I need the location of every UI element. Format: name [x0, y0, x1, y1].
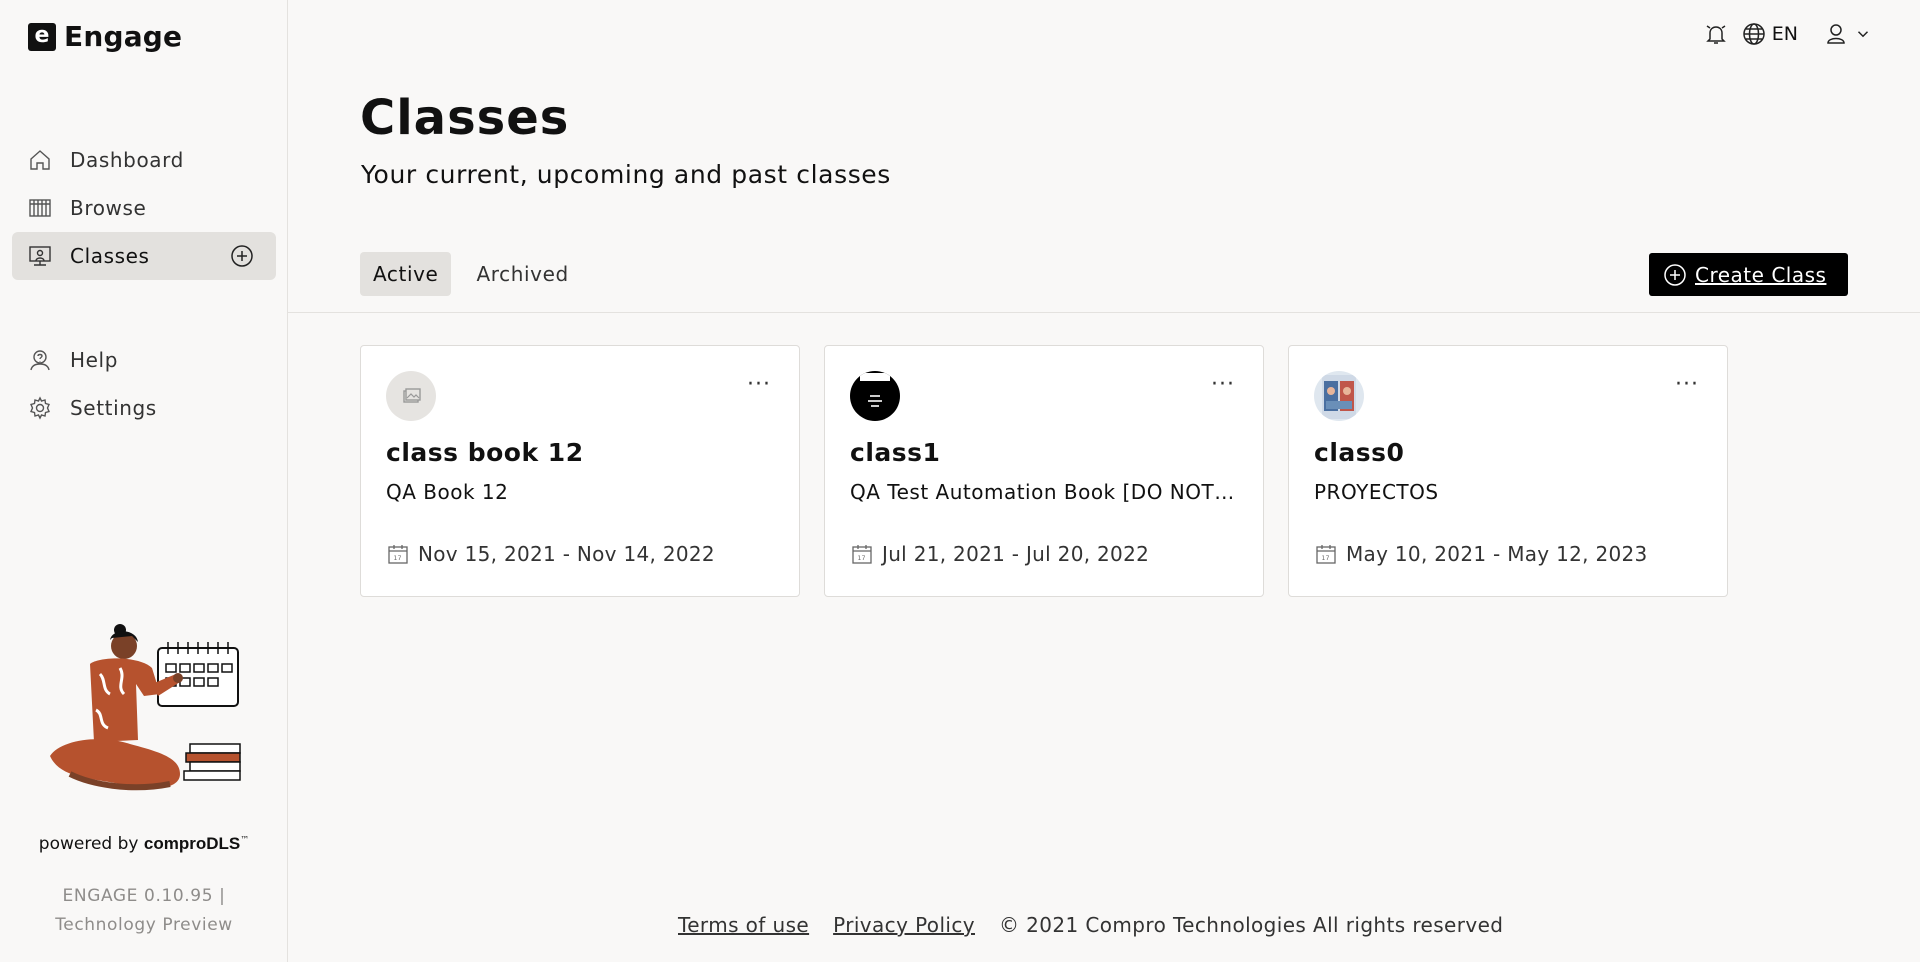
class-tabs: Active Archived: [360, 252, 582, 296]
class-date-range: Nov 15, 2021 - Nov 14, 2022: [418, 542, 715, 566]
image-placeholder-icon: [403, 388, 421, 403]
card-more-button[interactable]: ···: [1211, 372, 1235, 397]
class-avatar-image: [1314, 371, 1364, 421]
classroom-icon: [29, 246, 51, 266]
book-cover-image: [860, 373, 890, 407]
class-dates: 17 Jul 21, 2021 - Jul 20, 2022: [850, 542, 1149, 566]
svg-text:17: 17: [858, 555, 866, 562]
class-date-range: May 10, 2021 - May 12, 2023: [1346, 542, 1648, 566]
svg-text:17: 17: [1322, 555, 1330, 562]
class-card[interactable]: ··· class0 PROYECTOS 17 May 10, 2021 - M…: [1288, 345, 1728, 597]
sidebar-item-label: Settings: [70, 396, 157, 420]
powered-by-brand: comproDLS: [143, 834, 241, 853]
page-title: Classes: [360, 90, 570, 146]
version-line: ENGAGE 0.10.95 |: [62, 886, 226, 906]
sidebar-item-classes[interactable]: Classes: [12, 232, 276, 280]
class-avatar-placeholder: [386, 371, 436, 421]
powered-by: powered by comproDLS™: [0, 834, 288, 854]
class-dates: 17 Nov 15, 2021 - Nov 14, 2022: [386, 542, 715, 566]
tab-archived[interactable]: Archived: [463, 252, 581, 296]
topbar: EN: [1704, 22, 1872, 46]
class-book: PROYECTOS: [1314, 480, 1439, 504]
powered-by-text: powered by: [38, 834, 139, 854]
sidebar-item-settings[interactable]: Settings: [12, 384, 276, 432]
language-selector[interactable]: EN: [1742, 22, 1798, 46]
app-logo[interactable]: e Engage: [28, 20, 182, 53]
user-icon[interactable]: [1824, 22, 1848, 46]
calendar-icon: 17: [852, 545, 872, 564]
class-name[interactable]: class book 12: [386, 438, 584, 467]
trademark: ™: [240, 835, 250, 846]
sidebar: e Engage Dashboard Browse Classes Help S…: [0, 0, 288, 962]
sidebar-nav: Dashboard Browse Classes Help Settings: [12, 136, 276, 432]
globe-icon: [1743, 23, 1765, 45]
notification-bell-icon[interactable]: [1704, 22, 1728, 46]
logo-mark: e: [28, 22, 56, 51]
help-icon: [30, 350, 50, 371]
calendar-icon: 17: [388, 545, 408, 564]
sidebar-item-label: Dashboard: [70, 148, 184, 172]
create-class-button[interactable]: Create Class: [1649, 253, 1848, 296]
card-more-button[interactable]: ···: [1675, 372, 1699, 397]
sidebar-item-dashboard[interactable]: Dashboard: [12, 136, 276, 184]
sidebar-item-label: Browse: [70, 196, 147, 220]
privacy-link[interactable]: Privacy Policy: [833, 913, 975, 937]
gear-icon: [30, 396, 50, 420]
terms-link[interactable]: Terms of use: [678, 913, 809, 937]
book-cover-image: [1322, 375, 1356, 419]
language-code: EN: [1771, 23, 1798, 45]
home-icon: [30, 150, 50, 170]
version-info: ENGAGE 0.10.95 | Technology Preview: [0, 882, 288, 940]
app-name: Engage: [64, 20, 183, 53]
sidebar-item-browse[interactable]: Browse: [12, 184, 276, 232]
class-card[interactable]: ··· class book 12 QA Book 12 17 Nov 15, …: [360, 345, 800, 597]
footer: Terms of use Privacy Policy © 2021 Compr…: [678, 913, 1503, 937]
class-book: QA Test Automation Book [DO NOT DELETE]: [850, 480, 1240, 504]
teacher-illustration: [50, 624, 241, 791]
sidebar-item-label: Help: [70, 348, 118, 372]
tab-active[interactable]: Active: [360, 252, 452, 296]
class-card[interactable]: ··· class1 QA Test Automation Book [DO N…: [824, 345, 1264, 597]
books-icon: [29, 199, 51, 217]
svg-text:17: 17: [394, 555, 402, 562]
chevron-down-icon[interactable]: [1854, 25, 1872, 43]
calendar-icon: 17: [1316, 545, 1336, 564]
class-avatar-image: [850, 371, 900, 421]
class-name[interactable]: class1: [850, 438, 940, 467]
create-class-label: Create Class: [1695, 262, 1827, 287]
header-divider: [288, 312, 1920, 313]
page-subtitle: Your current, upcoming and past classes: [361, 160, 891, 189]
copyright: © 2021 Compro Technologies All rights re…: [999, 913, 1504, 937]
card-more-button[interactable]: ···: [747, 372, 771, 397]
add-circle-icon: [1664, 263, 1686, 286]
sidebar-item-label: Classes: [70, 244, 150, 268]
class-date-range: Jul 21, 2021 - Jul 20, 2022: [882, 542, 1150, 566]
version-line-preview: Technology Preview: [55, 915, 233, 935]
sidebar-item-help[interactable]: Help: [12, 336, 276, 384]
class-name[interactable]: class0: [1314, 438, 1404, 467]
class-book: QA Book 12: [386, 480, 509, 504]
add-class-icon[interactable]: [230, 244, 254, 268]
class-dates: 17 May 10, 2021 - May 12, 2023: [1314, 542, 1648, 566]
